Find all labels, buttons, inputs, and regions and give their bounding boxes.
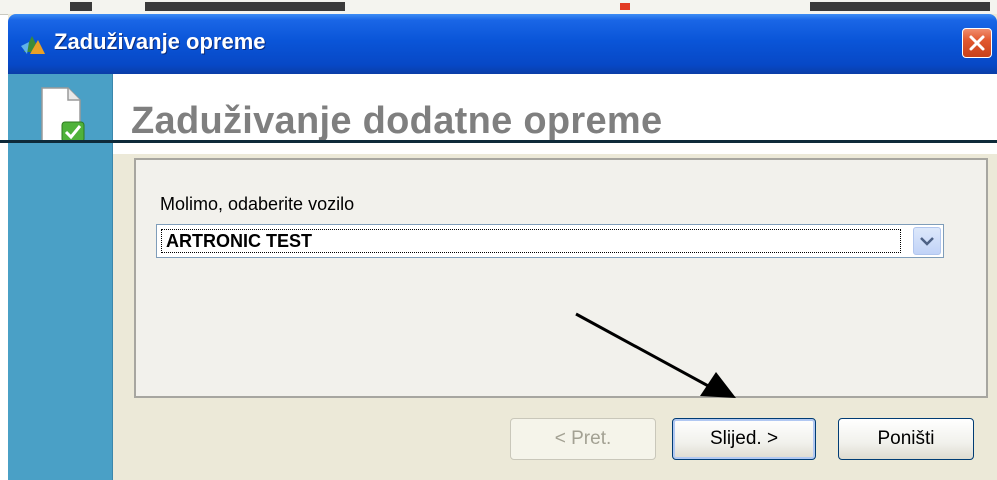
- dropdown-button[interactable]: [913, 227, 941, 255]
- close-button[interactable]: [962, 28, 992, 58]
- app-icon: [21, 36, 45, 54]
- vehicle-label: Molimo, odaberite vozilo: [160, 194, 355, 214]
- back-button[interactable]: < Pret.: [510, 418, 656, 460]
- background-window-strip: [0, 0, 997, 15]
- title-bar[interactable]: Zaduživanje opreme: [8, 14, 997, 74]
- vehicle-select-value: ARTRONIC TEST: [161, 229, 901, 253]
- vehicle-select[interactable]: ARTRONIC TEST: [156, 224, 944, 258]
- chevron-down-icon: [920, 237, 934, 246]
- page-title: Zaduživanje dodatne opreme: [131, 100, 663, 142]
- content-panel: Molimo, odaberite vozilo ARTRONIC TEST: [134, 158, 988, 398]
- header-divider: [0, 140, 997, 143]
- wizard-side-band: [8, 74, 113, 480]
- document-check-icon: [41, 87, 85, 143]
- close-icon: [969, 35, 985, 51]
- next-button[interactable]: Slijed. >: [672, 418, 816, 460]
- dialog-title: Zaduživanje opreme: [54, 29, 266, 54]
- cancel-button[interactable]: Poništi: [838, 418, 974, 460]
